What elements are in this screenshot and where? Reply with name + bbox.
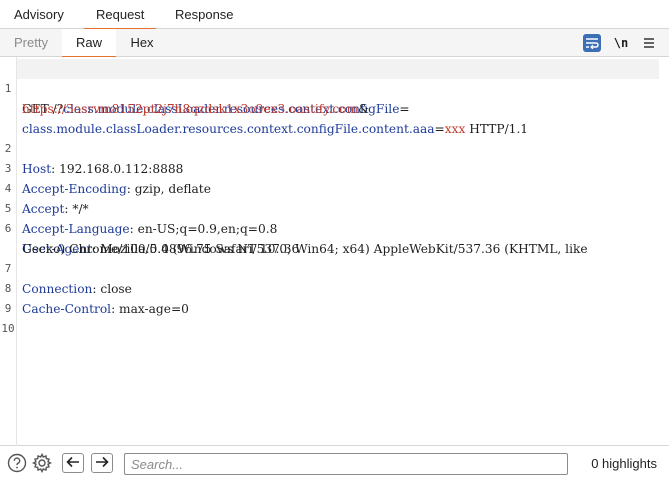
header-value-continuation: Gecko) Chrome/100.0.4896.75 Safari/537.3… bbox=[22, 242, 300, 256]
param-value: xxx bbox=[444, 122, 466, 136]
header-name: Accept-Language bbox=[22, 222, 130, 236]
view-mode-bar: Pretty Raw Hex \n bbox=[0, 29, 669, 58]
current-line-highlight bbox=[17, 59, 659, 79]
param-equals: = bbox=[434, 122, 445, 136]
code-line: 2 Host: 192.168.0.112:8888 bbox=[0, 119, 184, 176]
code-line: 1 GET /?class.module.classLoader.resourc… bbox=[0, 59, 410, 116]
header-name: Accept bbox=[22, 202, 65, 216]
arrow-left-icon bbox=[66, 456, 80, 471]
param-equals: = bbox=[399, 102, 410, 116]
param-value: https://3osrvm8152pt2j7h8qzdsk1x3o9ex3.o… bbox=[22, 102, 359, 116]
header-name: Host bbox=[22, 162, 52, 176]
http-version: HTTP/1.1 bbox=[465, 122, 529, 136]
text-wrap-icon[interactable] bbox=[583, 34, 601, 52]
menu-icon[interactable] bbox=[640, 34, 658, 52]
code-line: 3 Accept-Encoding: gzip, deflate bbox=[0, 139, 211, 196]
code-line-wrapped: class.module.classLoader.resources.conte… bbox=[0, 99, 528, 136]
tab-hex[interactable]: Hex bbox=[116, 29, 168, 57]
request-editor[interactable]: 1 GET /?class.module.classLoader.resourc… bbox=[0, 57, 669, 446]
param-name: class.module.classLoader.resources.conte… bbox=[22, 122, 435, 136]
header-value: : max-age=0 bbox=[111, 302, 189, 316]
code-line: 10 bbox=[0, 299, 16, 335]
code-line: 5 Accept-Language: en-US;q=0.9,en;q=0.8 bbox=[0, 179, 278, 236]
tab-raw[interactable]: Raw bbox=[62, 29, 116, 58]
code-line: 9 bbox=[0, 279, 16, 315]
line-number: 10 bbox=[1, 322, 15, 335]
header-value: : 192.168.0.112:8888 bbox=[51, 162, 184, 176]
settings-icon[interactable] bbox=[32, 453, 52, 473]
previous-match-button[interactable] bbox=[62, 453, 84, 473]
arrow-right-icon bbox=[95, 456, 109, 471]
tab-response[interactable]: Response bbox=[175, 0, 234, 29]
header-value: : en-US;q=0.9,en;q=0.8 bbox=[129, 222, 278, 236]
header-value: : close bbox=[92, 282, 132, 296]
code-line-wrapped: Gecko) Chrome/100.0.4896.75 Safari/537.3… bbox=[0, 219, 299, 256]
header-value: : gzip, deflate bbox=[126, 182, 211, 196]
code-line: 7 Connection: close bbox=[0, 239, 132, 296]
header-name: Cache-Control bbox=[22, 302, 112, 316]
gutter-divider bbox=[16, 57, 17, 446]
code-line: 6 User-Agent: Mozilla/5.0 (Windows NT 10… bbox=[0, 199, 588, 256]
tab-advisory[interactable]: Advisory bbox=[14, 0, 64, 29]
code-line: 4 Accept: */* bbox=[0, 159, 89, 216]
next-match-button[interactable] bbox=[91, 453, 113, 473]
header-name: Accept-Encoding bbox=[22, 182, 127, 196]
help-icon[interactable] bbox=[7, 453, 27, 473]
tab-pretty[interactable]: Pretty bbox=[0, 29, 62, 57]
highlights-count: 0 highlights bbox=[591, 456, 657, 471]
top-tab-bar: Advisory Request Response bbox=[0, 0, 669, 30]
search-bar: 0 highlights bbox=[0, 447, 669, 478]
header-value: : */* bbox=[64, 202, 89, 216]
newline-icon[interactable]: \n bbox=[612, 34, 630, 52]
param-separator: & bbox=[358, 102, 369, 116]
header-name: Connection bbox=[22, 282, 93, 296]
code-line: 8 Cache-Control: max-age=0 bbox=[0, 259, 189, 316]
tab-request[interactable]: Request bbox=[83, 0, 157, 30]
code-line-wrapped: https://3osrvm8152pt2j7h8qzdsk1x3o9ex3.o… bbox=[0, 79, 369, 116]
search-input[interactable] bbox=[124, 453, 568, 475]
